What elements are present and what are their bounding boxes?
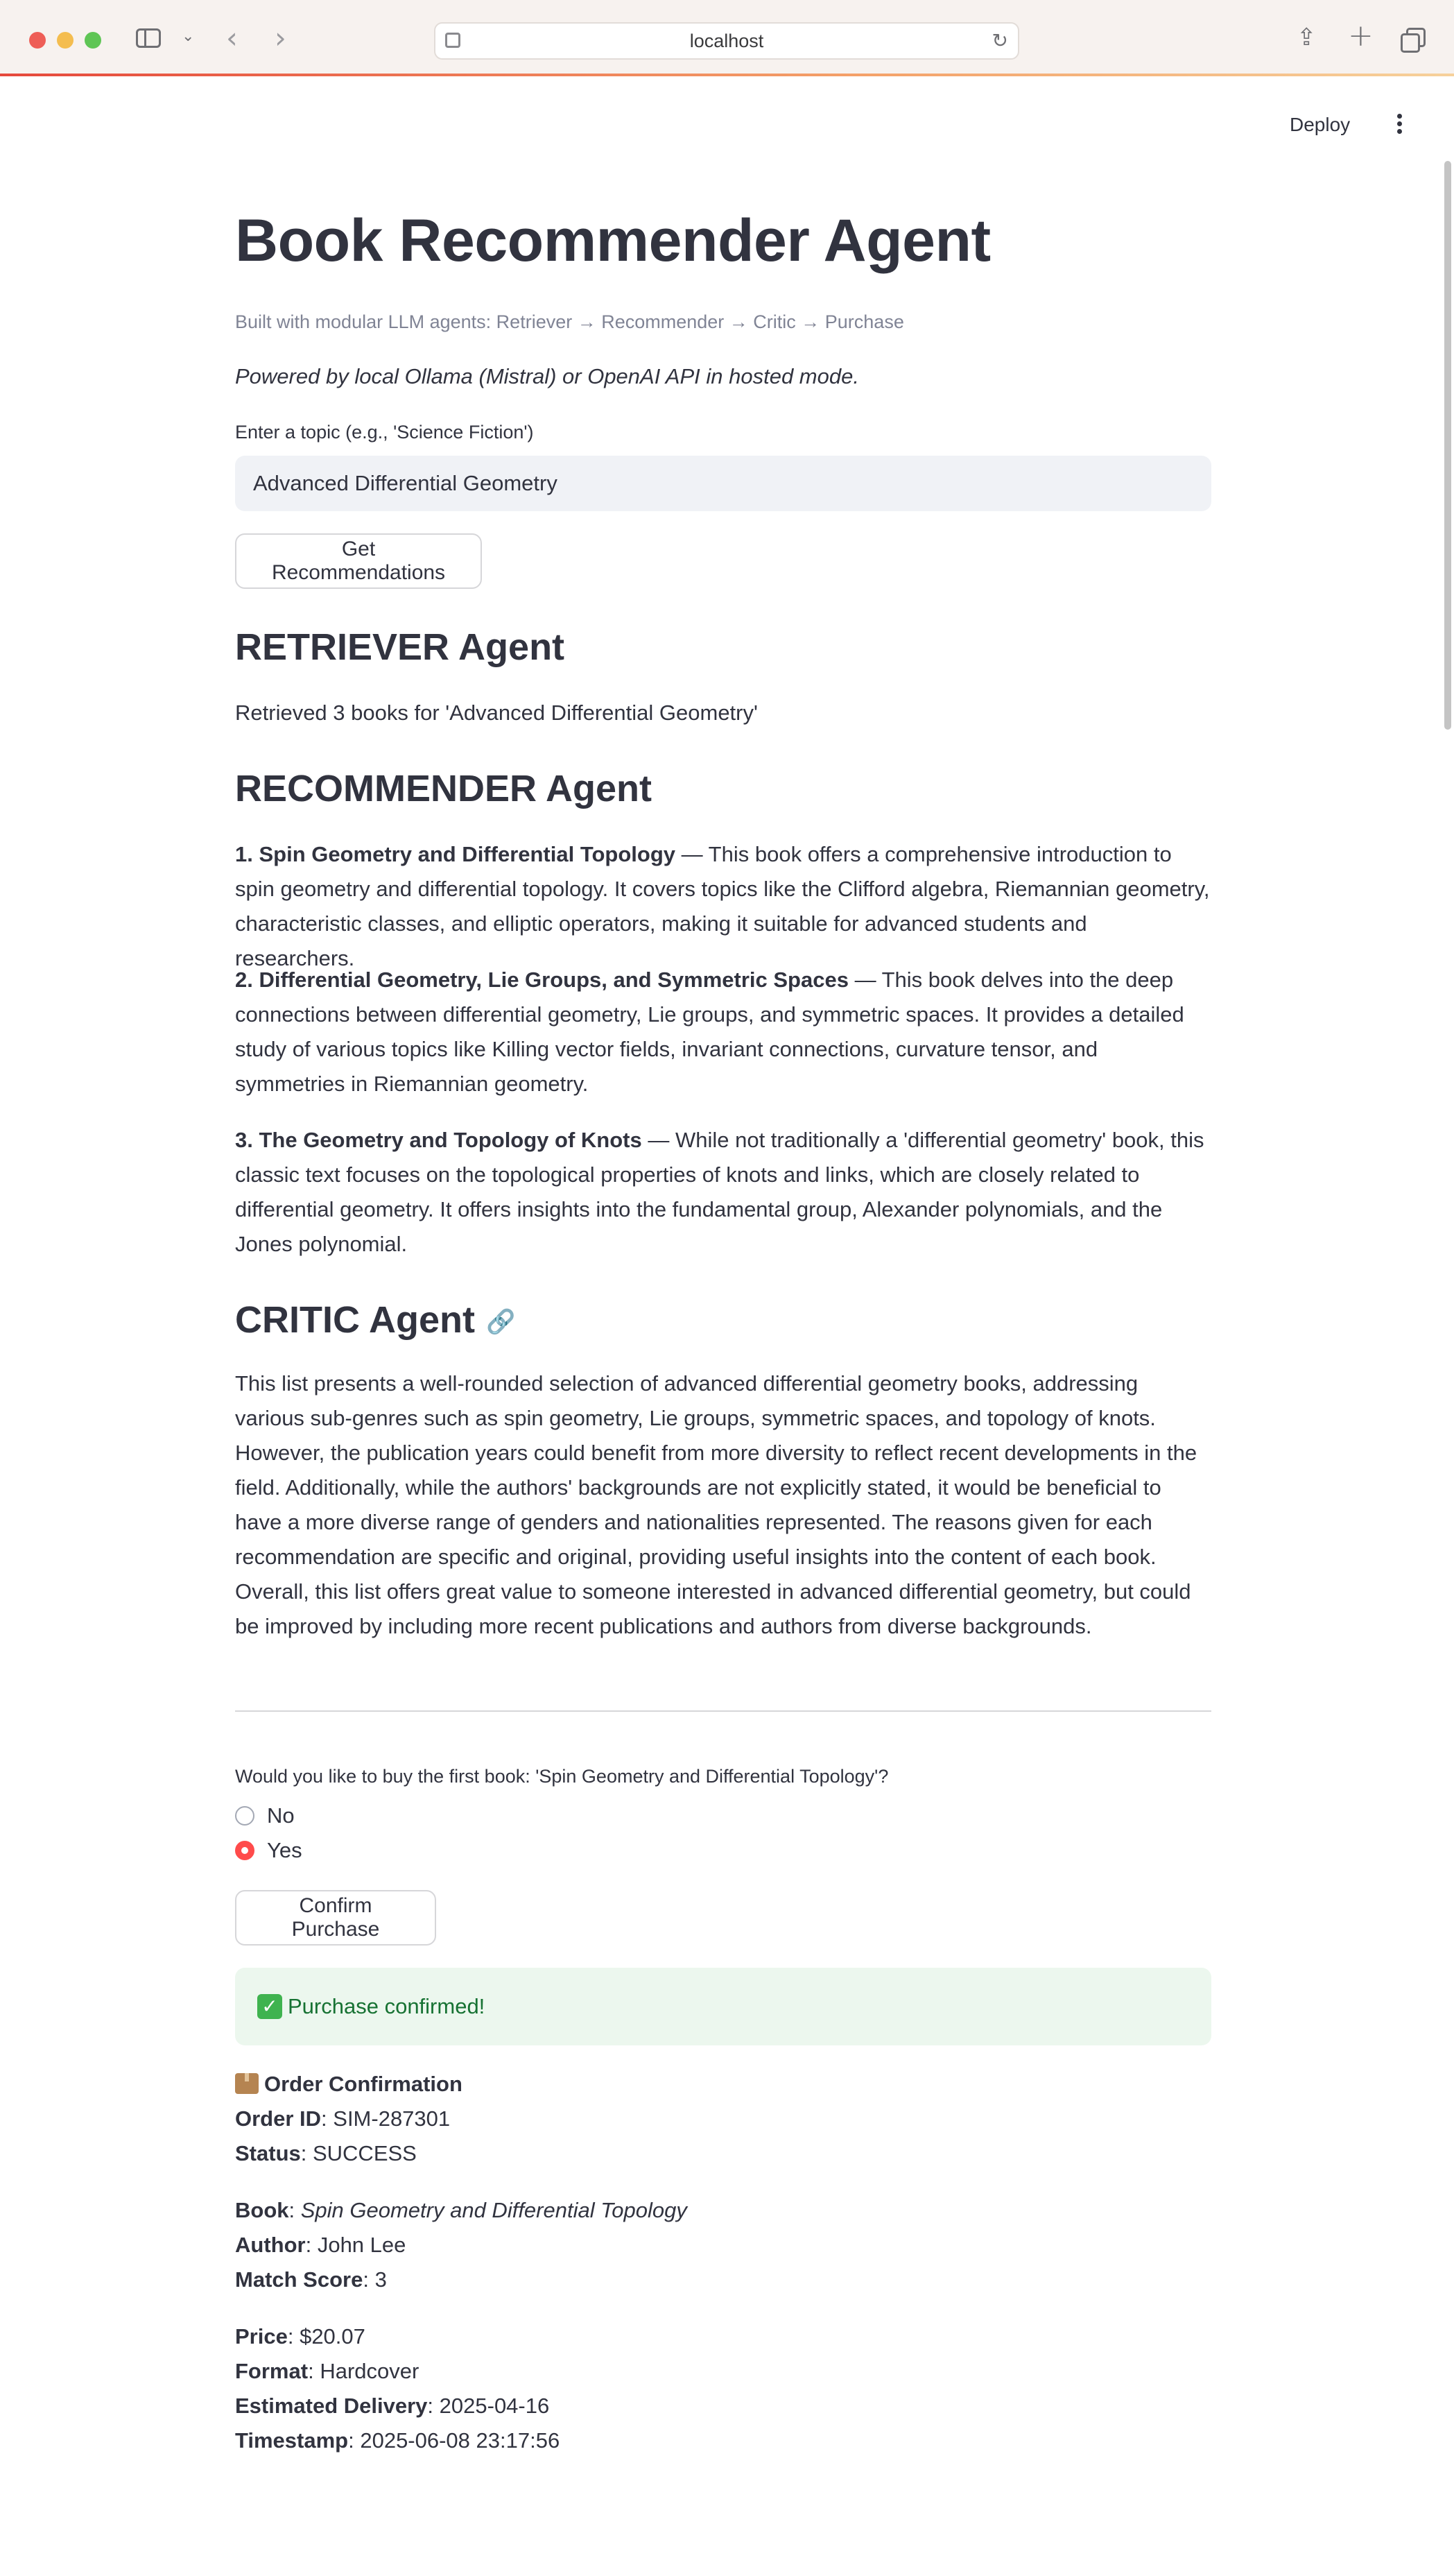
forward-arrow-icon[interactable]: ›: [275, 21, 286, 55]
order-confirmation: Order Confirmation Order ID: SIM-287301 …: [235, 2072, 687, 2453]
radio-button-no[interactable]: [235, 1806, 254, 1826]
order-heading: Order Confirmation: [264, 2072, 462, 2096]
recommendation-title: 3. The Geometry and Topology of Knots: [235, 1128, 642, 1152]
scrollbar[interactable]: [1442, 78, 1454, 2576]
recommendation-title: 1. Spin Geometry and Differential Topolo…: [235, 842, 676, 866]
radio-option-yes[interactable]: Yes: [235, 1838, 302, 1863]
recommender-heading: RECOMMENDER Agent: [235, 768, 652, 809]
share-icon[interactable]: ⇪: [1297, 24, 1317, 51]
deploy-button[interactable]: Deploy: [1290, 114, 1350, 136]
order-id-label: Order ID: [235, 2106, 322, 2131]
chevron-down-icon[interactable]: ⌄: [182, 28, 194, 45]
price-value: $20.07: [300, 2324, 365, 2349]
back-arrow-icon[interactable]: ‹: [226, 21, 238, 55]
timestamp-label: Timestamp: [235, 2428, 349, 2453]
author-value: John Lee: [317, 2233, 406, 2257]
powered-by-text: Powered by local Ollama (Mistral) or Ope…: [235, 364, 859, 388]
confirm-purchase-button[interactable]: Confirm Purchase: [235, 1890, 436, 1946]
radio-option-no[interactable]: No: [235, 1803, 295, 1828]
url-text: localhost: [689, 31, 764, 51]
author-label: Author: [235, 2233, 306, 2257]
success-message: Purchase confirmed!: [288, 1994, 485, 2018]
tab-overview-icon[interactable]: [1401, 28, 1426, 53]
critic-text: This list presents a well-rounded select…: [235, 1371, 1197, 1638]
new-tab-icon[interactable]: +: [1348, 18, 1374, 53]
recommendation-title: 2. Differential Geometry, Lie Groups, an…: [235, 968, 849, 992]
recommendation-item: 1. Spin Geometry and Differential Topolo…: [235, 837, 1211, 976]
topic-input-label: Enter a topic (e.g., 'Science Fiction'): [235, 422, 534, 443]
recommendation-item: 3. The Geometry and Topology of Knots — …: [235, 1123, 1211, 1262]
scrollbar-thumb[interactable]: [1444, 161, 1451, 730]
format-label: Format: [235, 2359, 309, 2383]
order-id-value: SIM-287301: [333, 2106, 451, 2131]
page-title: Book Recommender Agent: [235, 207, 991, 274]
timestamp-value: 2025-06-08 23:17:56: [360, 2428, 560, 2453]
divider: [235, 1710, 1211, 1712]
critic-heading-text: CRITIC Agent: [235, 1299, 475, 1341]
match-score-value: 3: [374, 2267, 387, 2292]
status-label: Status: [235, 2141, 301, 2165]
delivery-value: 2025-04-16: [439, 2394, 550, 2418]
format-value: Hardcover: [320, 2359, 419, 2383]
match-score-label: Match Score: [235, 2267, 363, 2292]
radio-label-yes: Yes: [267, 1838, 302, 1862]
purchase-question: Would you like to buy the first book: 'S…: [235, 1766, 889, 1787]
radio-label-no: No: [267, 1803, 295, 1828]
book-label: Book: [235, 2198, 289, 2222]
address-bar[interactable]: localhost ↻: [434, 22, 1019, 60]
book-value: Spin Geometry and Differential Topology: [300, 2198, 687, 2222]
topic-input[interactable]: [235, 456, 1211, 511]
radio-button-yes[interactable]: [235, 1841, 254, 1860]
zoom-window-button[interactable]: [85, 32, 101, 49]
link-icon[interactable]: 🔗: [486, 1309, 515, 1335]
recommendation-item: 2. Differential Geometry, Lie Groups, an…: [235, 963, 1211, 1101]
check-mark-icon: ✓: [257, 1994, 282, 2019]
critic-heading: CRITIC Agent 🔗: [235, 1299, 515, 1341]
main-menu-icon[interactable]: [1392, 111, 1406, 139]
app-caption: Built with modular LLM agents: Retriever…: [235, 311, 904, 332]
sidebar-toggle-icon[interactable]: [136, 28, 161, 48]
package-icon: [235, 2073, 259, 2094]
status-value: SUCCESS: [312, 2141, 417, 2165]
price-label: Price: [235, 2324, 288, 2349]
minimize-window-button[interactable]: [57, 32, 73, 49]
browser-toolbar: ⌄ ‹ › localhost ↻ ⇪ +: [0, 0, 1454, 76]
reload-icon[interactable]: ↻: [992, 29, 1008, 52]
success-alert: ✓ Purchase confirmed!: [235, 1968, 1211, 2045]
retriever-heading: RETRIEVER Agent: [235, 626, 565, 668]
get-recommendations-button[interactable]: Get Recommendations: [235, 533, 482, 589]
delivery-label: Estimated Delivery: [235, 2394, 428, 2418]
close-window-button[interactable]: [29, 32, 46, 49]
retriever-result: Retrieved 3 books for 'Advanced Differen…: [235, 701, 758, 725]
